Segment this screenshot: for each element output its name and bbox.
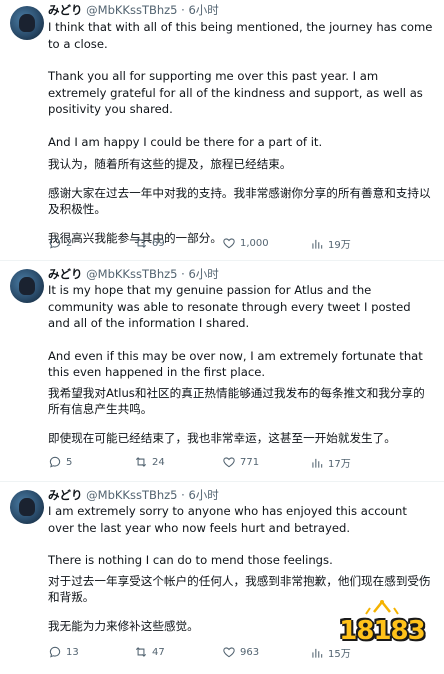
retweet-icon [135, 457, 147, 467]
author-handle[interactable]: @MbKKssTBhz5 [86, 267, 177, 281]
retweet-button[interactable]: 47 [134, 645, 165, 659]
timestamp[interactable]: 6小时 [188, 267, 218, 281]
views-button[interactable]: 19万 [310, 236, 351, 251]
site-watermark-logo: 18183 [336, 600, 428, 654]
retweet-icon [135, 647, 147, 657]
timestamp[interactable]: 6小时 [188, 3, 218, 17]
like-button[interactable]: 1,000 [222, 236, 269, 250]
reply-count: 2 [66, 237, 73, 249]
heart-icon [223, 238, 235, 249]
heart-icon [223, 647, 235, 658]
views-chart-icon [312, 458, 323, 468]
author-handle[interactable]: @MbKKssTBhz5 [86, 3, 177, 17]
translation-paragraph: 我认为，随着所有这些的提及，旅程已经结束。 [48, 157, 292, 171]
reply-button[interactable]: 5 [48, 455, 72, 469]
tweet-text: I think that with all of this being ment… [48, 19, 436, 254]
like-count: 771 [240, 456, 260, 468]
reply-button[interactable]: 2 [48, 236, 72, 250]
translation-paragraph: 感谢大家在过去一年中对我的支持。我非常感谢你分享的所有善意和支持以及积极性。 [48, 185, 431, 217]
like-button[interactable]: 771 [222, 455, 259, 469]
translation-paragraph: 即使现在可能已经结束了，我也非常幸运，这甚至一开始就发生了。 [48, 430, 396, 445]
translation-paragraph: 我希望我对Atlus和社区的真正热情能够通过我发布的每条推文和我分享的所有信息产… [48, 385, 425, 417]
reply-icon [49, 646, 61, 658]
retweet-count: 24 [152, 456, 165, 468]
retweet-count: 69 [152, 237, 165, 249]
reply-button[interactable]: 13 [48, 645, 79, 659]
author-name[interactable]: みどり [48, 3, 83, 17]
tweet-paragraph: There is nothing I can do to mend those … [48, 553, 333, 567]
tweet-header: みどり @MbKKssTBhz5 · 6小时 [48, 3, 219, 17]
watermark-text: 18183 [339, 616, 425, 646]
view-count: 17万 [328, 459, 351, 470]
like-button[interactable]: 963 [222, 645, 259, 659]
tweet-text: It is my hope that my genuine passion fo… [48, 282, 436, 454]
author-handle[interactable]: @MbKKssTBhz5 [86, 488, 177, 502]
tweet-header: みどり @MbKKssTBhz5 · 6小时 [48, 267, 219, 281]
tweet-paragraph: I am extremely sorry to anyone who has e… [48, 504, 407, 535]
views-chart-icon [312, 239, 323, 249]
tweet-paragraph: It is my hope that my genuine passion fo… [48, 283, 411, 330]
tweet-divider [0, 481, 444, 482]
tweet-divider [0, 260, 444, 261]
author-name[interactable]: みどり [48, 267, 83, 281]
tweet-actions: 5 24 771 17万 [48, 455, 438, 471]
retweet-icon [135, 238, 147, 248]
reply-count: 5 [66, 456, 73, 468]
tweet-actions: 2 69 1,000 19万 [48, 236, 438, 252]
like-count: 1,000 [240, 237, 269, 249]
avatar[interactable] [10, 6, 44, 40]
tweet-paragraph: I think that with all of this being ment… [48, 20, 433, 51]
avatar[interactable] [10, 490, 44, 524]
reply-count: 13 [66, 646, 79, 658]
retweet-button[interactable]: 69 [134, 236, 165, 250]
views-button[interactable]: 17万 [310, 455, 351, 470]
tweet-paragraph: Thank you all for supporting me over thi… [48, 69, 423, 116]
heart-icon [223, 457, 235, 468]
retweet-count: 47 [152, 646, 165, 658]
tweet-paragraph: And even if this may be over now, I am e… [48, 348, 423, 380]
timestamp[interactable]: 6小时 [188, 488, 218, 502]
tweet-header: みどり @MbKKssTBhz5 · 6小时 [48, 488, 219, 502]
views-chart-icon [312, 648, 323, 658]
reply-icon [49, 237, 61, 249]
tweet-paragraph: And I am happy I could be there for a pa… [48, 134, 323, 149]
reply-icon [49, 456, 61, 468]
retweet-button[interactable]: 24 [134, 455, 165, 469]
view-count: 19万 [328, 240, 351, 251]
like-count: 963 [240, 646, 260, 658]
avatar[interactable] [10, 269, 44, 303]
author-name[interactable]: みどり [48, 488, 83, 502]
